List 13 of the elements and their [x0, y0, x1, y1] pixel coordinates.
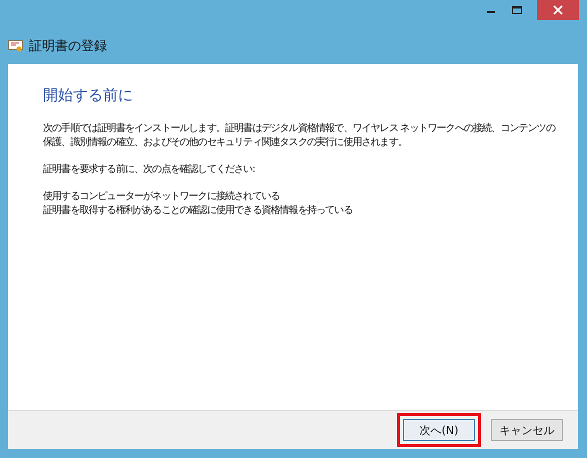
next-button[interactable]: 次へ(N): [403, 419, 475, 442]
body-text: 証明書を要求する前に、次の点を確認してください:: [43, 163, 255, 177]
close-icon[interactable]: [553, 5, 563, 15]
certificate-icon: [8, 39, 24, 53]
window-title: 証明書の登録: [29, 38, 107, 55]
cancel-button[interactable]: キャンセル: [491, 419, 563, 442]
page-heading: 開始する前に: [43, 86, 134, 105]
body-text: 保護、識別情報の確立、およびその他のセキュリティ関連タスクの実行に使用されます。: [43, 136, 408, 150]
maximize-icon[interactable]: [511, 5, 523, 15]
body-text: 証明書を取得する権利があることの確認に使用できる資格情報を持っている: [43, 204, 352, 218]
close-button[interactable]: [537, 0, 579, 20]
body-text: 次の手順では証明書をインストールします。証明書はデジタル資格情報で、ワイヤレス ネットワークへの接続、コンテンツの: [43, 122, 555, 136]
body-text: 使用するコンピューターがネットワークに接続されている: [43, 190, 280, 204]
